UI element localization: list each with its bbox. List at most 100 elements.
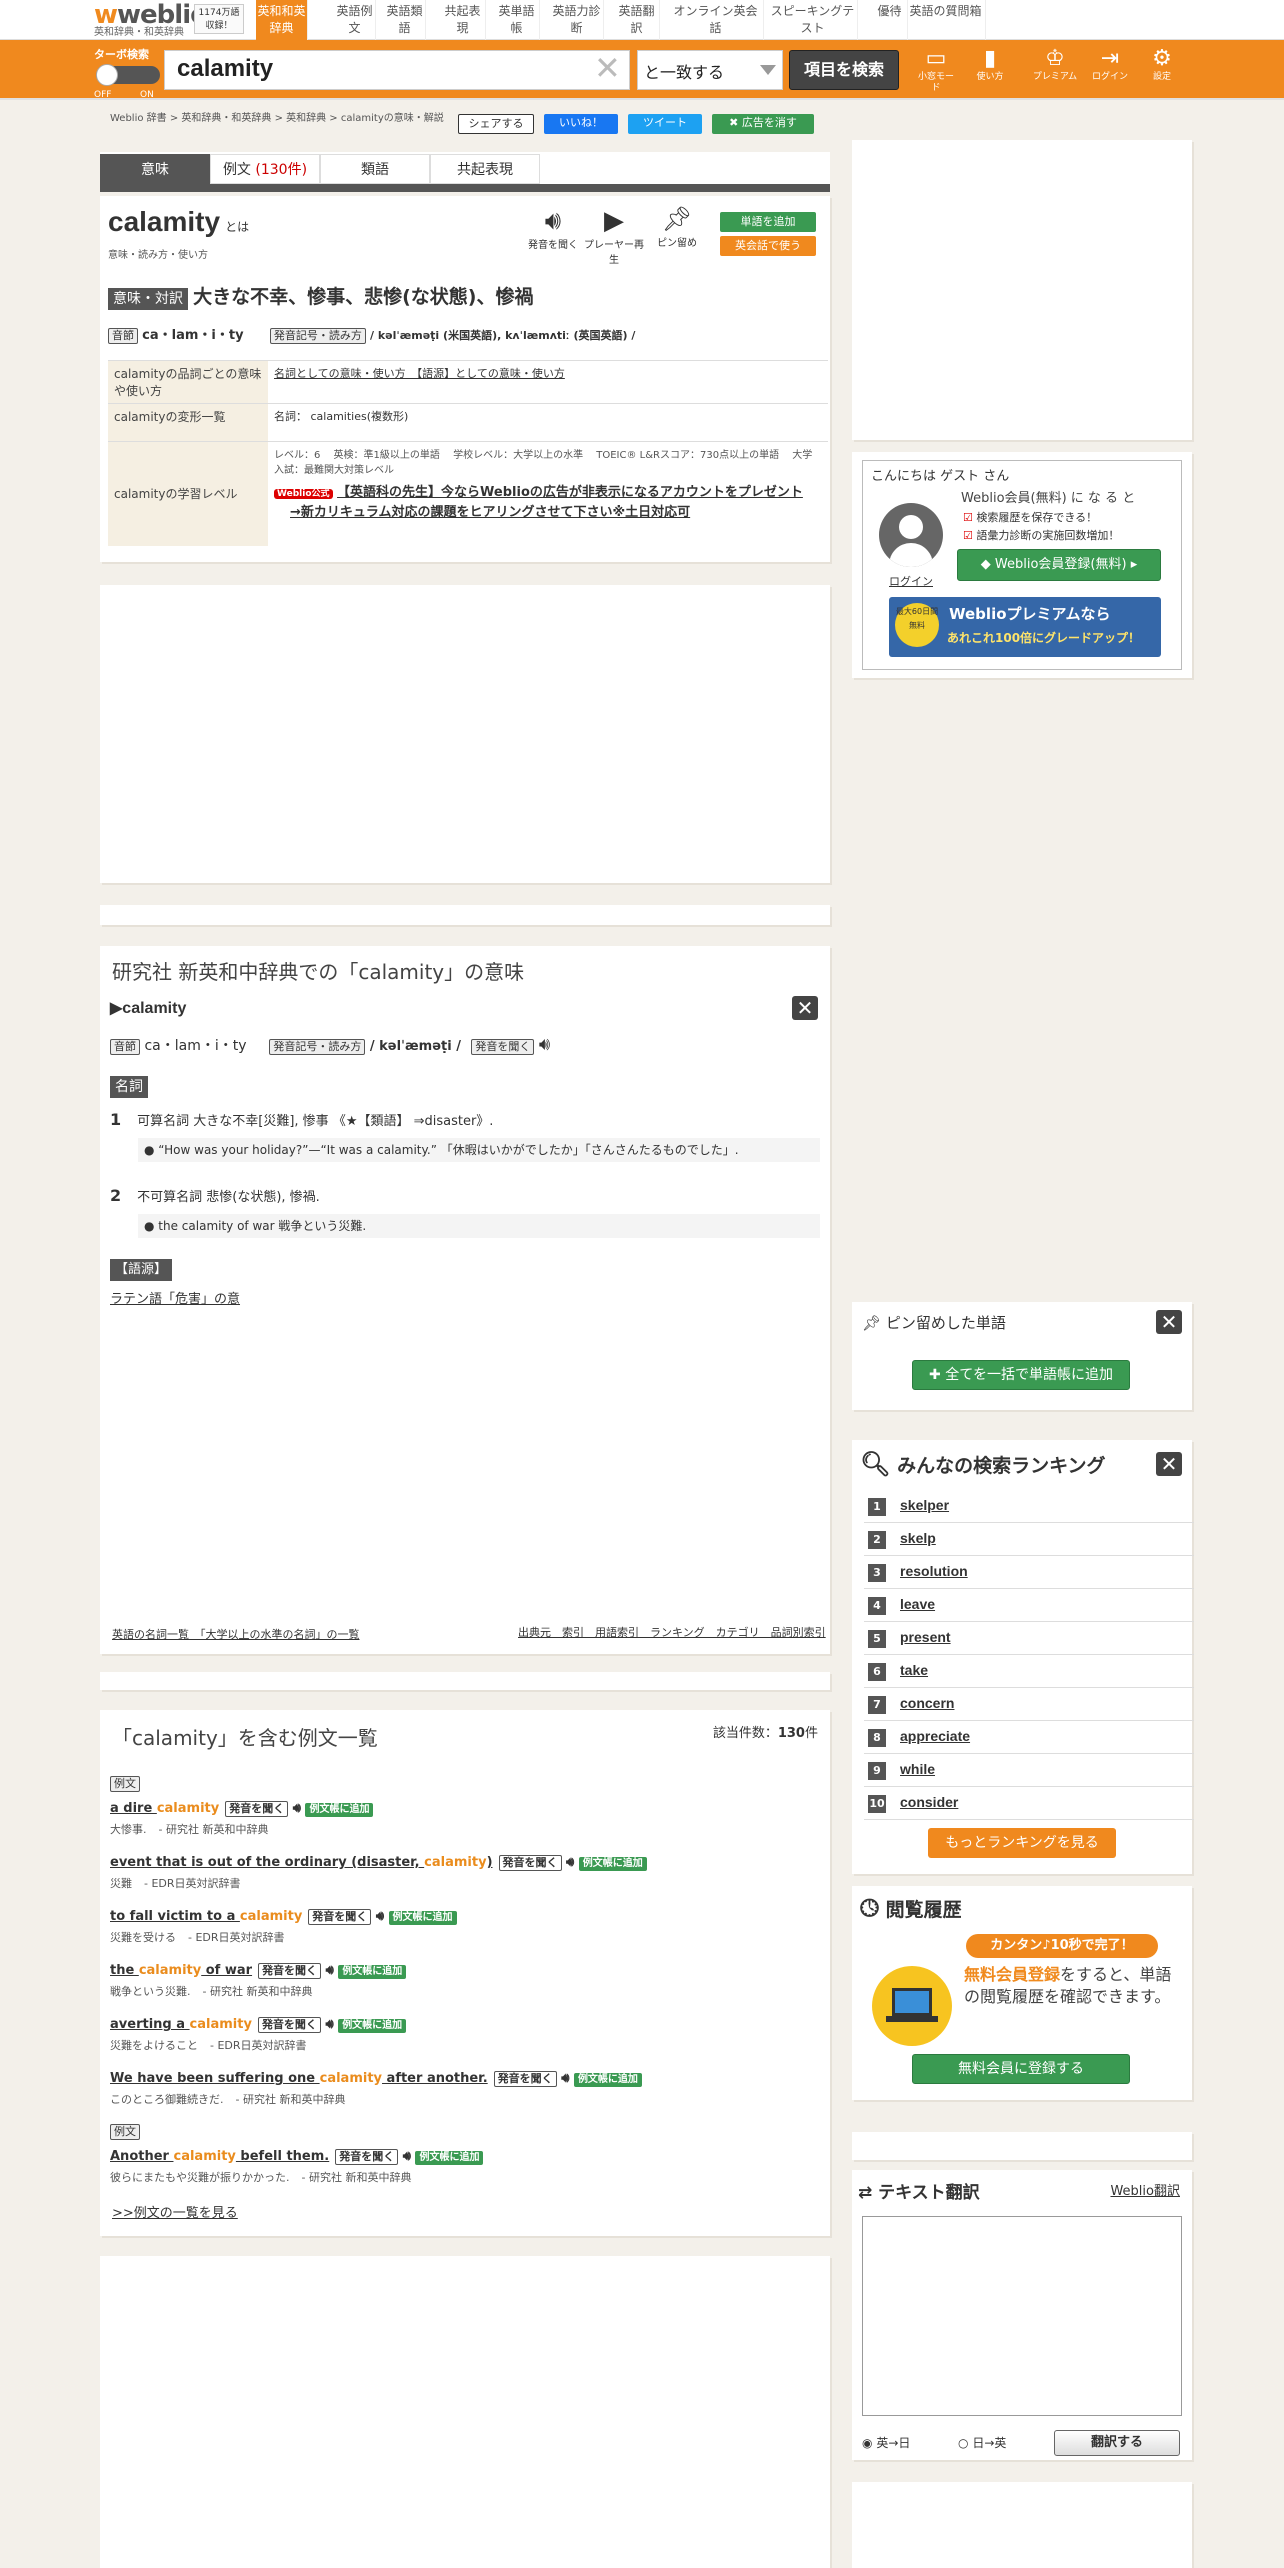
close-icon[interactable]: ✕ [792, 996, 818, 1020]
register-button[interactable]: ◆ Weblio会員登録(無料) ▸ [957, 549, 1161, 581]
ranking-row[interactable]: 4 leave [864, 1589, 1194, 1622]
ranking-word[interactable]: while [900, 1761, 935, 1777]
nav-tab-8[interactable]: スピーキングテスト [768, 0, 858, 40]
example-text-post[interactable]: of war [201, 1963, 252, 1978]
premium-banner[interactable]: 最大60日間無料 Weblioプレミアムなら あれこれ100倍にグレードアップ！ [889, 597, 1161, 657]
listen-button[interactable]: 発音を聞く [257, 2017, 321, 2033]
conversation-button[interactable]: 英会話で使う [720, 236, 816, 256]
close-icon[interactable]: ✕ [1156, 1310, 1182, 1334]
example-text-post[interactable]: befell them. [236, 2149, 329, 2164]
guest-login-link[interactable]: ログイン [889, 573, 933, 589]
settings-button[interactable]: ⚙ 設定 [1142, 46, 1182, 83]
ranking-word[interactable]: concern [900, 1695, 954, 1711]
speaker-icon[interactable]: 🔊︎ [288, 1801, 305, 1816]
ranking-row[interactable]: 6 take [864, 1655, 1194, 1688]
tab-examples[interactable]: 例文 (130件) [210, 154, 320, 184]
ranking-word[interactable]: take [900, 1662, 928, 1678]
speaker-icon[interactable]: 🔊︎ [539, 1034, 550, 1055]
pron-tag[interactable]: 発音記号・読み方 [269, 1039, 366, 1055]
search-input[interactable]: calamity [164, 50, 630, 90]
more-examples-link[interactable]: >>例文の一覧を見る [112, 2202, 238, 2221]
listen-button[interactable]: 発音を聞く [471, 1039, 535, 1055]
speaker-icon[interactable]: 🔊︎ [562, 1855, 579, 1870]
translate-button[interactable]: 翻訳する [1054, 2430, 1180, 2456]
add-example-button[interactable]: 例文帳に追加 [578, 1857, 647, 1871]
teacher-ad[interactable]: Weblio公式 【英語科の先生】今ならWeblioの広告が非表示になるアカウン… [274, 484, 822, 503]
tab-meaning[interactable]: 意味 [100, 154, 210, 184]
login-button[interactable]: ⇥ ログイン [1088, 46, 1132, 83]
kenkyusha-footer-left[interactable]: 英語の名詞一覧 「大学以上の水準の名詞」の一覧 [112, 1626, 360, 1642]
add-example-button[interactable]: 例文帳に追加 [338, 2019, 407, 2033]
example-text-pre[interactable]: event that is out of the ordinary (disas… [110, 1855, 424, 1870]
listen-button[interactable]: 発音を聞く [335, 2149, 399, 2165]
ranking-word[interactable]: resolution [900, 1563, 968, 1579]
add-all-pinned-button[interactable]: ✚ 全てを一括で単語帳に追加 [912, 1360, 1130, 1390]
nav-tab-2[interactable]: 英語類語 [384, 0, 426, 40]
ranking-word[interactable]: skelper [900, 1497, 949, 1513]
ranking-row[interactable]: 1 skelper [864, 1490, 1194, 1523]
turbo-search-toggle[interactable]: ターボ検索 OFF ON [94, 46, 164, 100]
ranking-row[interactable]: 10 consider [864, 1787, 1194, 1820]
example-text-pre[interactable]: We have been suffering one [110, 2071, 320, 2086]
tab-synonyms[interactable]: 類語 [320, 154, 430, 184]
example-text-pre[interactable]: Another [110, 2149, 173, 2164]
listen-button[interactable]: 発音を聞く [308, 1909, 372, 1925]
listen-button[interactable]: 発音を聞く [258, 1963, 322, 1979]
listen-button[interactable]: 発音を聞く [225, 1801, 289, 1817]
add-example-button[interactable]: 例文帳に追加 [573, 2073, 642, 2087]
nav-tab-1[interactable]: 英語例文 [334, 0, 376, 40]
match-mode-select[interactable]: と一致する [637, 50, 783, 90]
listen-button[interactable]: 🔊︎ 発音を聞く [528, 206, 578, 251]
nav-tab-3[interactable]: 共起表現 [440, 0, 486, 40]
example-text-pre[interactable]: the [110, 1963, 139, 1978]
ranking-word[interactable]: present [900, 1629, 951, 1645]
small-screen-mode-button[interactable]: ▭ 小窓モード [914, 46, 958, 94]
speaker-icon[interactable]: 🔊︎ [398, 2149, 415, 2164]
example-text-pre[interactable]: to fall victim to a [110, 1909, 240, 1924]
hide-ads-button[interactable]: ✖ 広告を消す [712, 114, 814, 134]
ranking-row[interactable]: 8 appreciate [864, 1721, 1194, 1754]
nav-tab-4[interactable]: 英単語帳 [494, 0, 540, 40]
table-cell-pos[interactable]: 名詞としての意味・使い方 【語源】としての意味・使い方 [268, 360, 828, 404]
ranking-word[interactable]: skelp [900, 1530, 936, 1546]
nav-tab-7[interactable]: オンライン英会話 [668, 0, 764, 40]
weblio-translate-link[interactable]: Weblio翻訳 [1110, 2180, 1180, 2199]
howto-button[interactable]: ▮ 使い方 [970, 46, 1010, 83]
add-example-button[interactable]: 例文帳に追加 [388, 1911, 457, 1925]
add-example-button[interactable]: 例文帳に追加 [338, 1965, 407, 1979]
add-wordbook-button[interactable]: 単語を追加 [720, 212, 816, 232]
tweet-button[interactable]: ツイート [628, 114, 702, 134]
search-button[interactable]: 項目を検索 [789, 50, 899, 90]
premium-button[interactable]: ♔ プレミアム [1030, 46, 1080, 83]
ranking-word[interactable]: leave [900, 1596, 935, 1612]
more-ranking-button[interactable]: もっとランキングを見る [928, 1828, 1116, 1858]
en-ja-radio[interactable]: ◉ [862, 2436, 872, 2450]
nav-tab-6[interactable]: 英語翻訳 [614, 0, 660, 40]
ranking-word[interactable]: consider [900, 1794, 958, 1810]
listen-button[interactable]: 発音を聞く [493, 2071, 557, 2087]
listen-button[interactable]: 発音を聞く [498, 1855, 562, 1871]
example-text-post[interactable]: ) [487, 1855, 493, 1870]
etymology-text[interactable]: ラテン語「危害」の意 [110, 1288, 240, 1307]
close-icon[interactable]: ✕ [1156, 1452, 1182, 1476]
ranking-row[interactable]: 3 resolution [864, 1556, 1194, 1589]
pin-button[interactable]: 📌︎ ピン留め [652, 204, 702, 249]
nav-tab-10[interactable]: 英語の質問箱 [906, 0, 986, 40]
ranking-row[interactable]: 5 present [864, 1622, 1194, 1655]
translate-textarea[interactable] [862, 2216, 1182, 2416]
add-example-button[interactable]: 例文帳に追加 [305, 1803, 374, 1817]
speaker-icon[interactable]: 🔊︎ [321, 2017, 338, 2032]
ranking-row[interactable]: 9 while [864, 1754, 1194, 1787]
nav-tab-9[interactable]: 優待 [872, 0, 908, 40]
clear-search-icon[interactable]: ✕ [594, 52, 621, 84]
speaker-icon[interactable]: 🔊︎ [321, 1963, 338, 1978]
ja-en-radio[interactable]: ○ [958, 2436, 968, 2450]
player-button[interactable]: ▶ プレーヤー再生 [584, 206, 644, 266]
breadcrumb[interactable]: Weblio 辞書 > 英和辞典・和英辞典 > 英和辞典 > calamityの… [110, 112, 450, 126]
kenkyusha-footer-right[interactable]: 出典元 索引 用語索引 ランキング カテゴリ 品詞別索引 [518, 1624, 826, 1640]
example-text-post[interactable]: after another. [382, 2071, 488, 2086]
ranking-word[interactable]: appreciate [900, 1728, 970, 1744]
history-register-button[interactable]: 無料会員に登録する [912, 2054, 1130, 2084]
nav-tab-0[interactable]: 英和和英辞典 [256, 0, 308, 40]
speaker-icon[interactable]: 🔊︎ [557, 2071, 574, 2086]
